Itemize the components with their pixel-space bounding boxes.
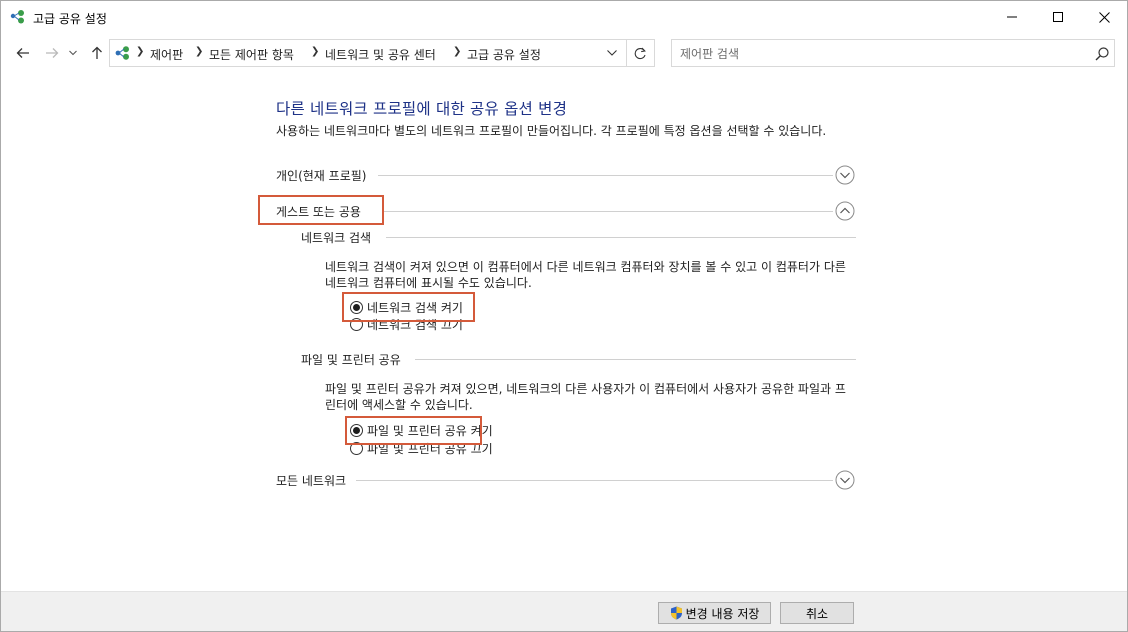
breadcrumb-advanced-sharing[interactable]: 고급 공유 설정	[467, 46, 541, 63]
section-private-profile[interactable]: 개인(현재 프로필)	[276, 165, 856, 187]
up-button[interactable]	[87, 43, 107, 63]
recent-locations-button[interactable]	[66, 43, 80, 63]
section-divider	[356, 480, 833, 481]
maximize-button[interactable]	[1035, 1, 1081, 33]
file-sharing-on-label: 파일 및 프린터 공유 켜기	[367, 423, 493, 438]
subsection-divider	[415, 359, 856, 360]
minimize-icon	[1007, 16, 1017, 18]
advanced-sharing-window: 고급 공유 설정 ❯ 제어판 ❯ 모든 제어판 항목 ❯ 네트워크 및 공유 센…	[0, 0, 1128, 632]
back-arrow-icon	[16, 48, 29, 58]
breadcrumb-separator-icon: ❯	[453, 46, 462, 57]
page-description: 사용하는 네트워크마다 별도의 네트워크 프로필이 만들어집니다. 각 프로필에…	[276, 124, 827, 138]
page-title: 다른 네트워크 프로필에 대한 공유 옵션 변경	[276, 100, 568, 118]
search-icon[interactable]	[1094, 46, 1110, 62]
section-divider	[378, 175, 833, 176]
breadcrumb-all-items[interactable]: 모든 제어판 항목	[209, 46, 294, 63]
file-sharing-description: 파일 및 프린터 공유가 켜져 있으면, 네트워크의 다른 사용자가 이 컴퓨터…	[325, 382, 846, 412]
file-sharing-off-option[interactable]: 파일 및 프린터 공유 끄기	[350, 440, 493, 456]
section-divider	[382, 211, 833, 212]
file-sharing-off-radio[interactable]	[350, 441, 363, 455]
refresh-icon	[634, 47, 646, 59]
save-changes-label: 변경 내용 저장	[685, 606, 760, 621]
minimize-button[interactable]	[989, 1, 1035, 33]
title-bar: 고급 공유 설정	[1, 1, 1127, 33]
save-changes-button[interactable]: 변경 내용 저장	[658, 602, 771, 624]
expand-chevron-icon[interactable]	[835, 470, 855, 490]
close-button[interactable]	[1081, 1, 1127, 33]
network-app-icon	[10, 10, 24, 24]
discovery-off-label: 네트워크 검색 끄기	[367, 317, 463, 332]
navigation-bar: ❯ 제어판 ❯ 모든 제어판 항목 ❯ 네트워크 및 공유 센터 ❯ 고급 공유…	[1, 37, 1127, 69]
cancel-label: 취소	[805, 606, 829, 621]
breadcrumb-separator-icon: ❯	[195, 46, 204, 57]
file-sharing-on-option[interactable]: 파일 및 프린터 공유 켜기	[350, 422, 493, 438]
search-box	[671, 39, 1115, 67]
back-button[interactable]	[13, 43, 33, 63]
maximize-icon	[1053, 12, 1063, 22]
bottom-button-bar: 변경 내용 저장 취소	[1, 591, 1127, 631]
file-sharing-label: 파일 및 프린터 공유	[301, 353, 401, 367]
forward-button[interactable]	[42, 43, 62, 63]
subsection-divider	[386, 237, 856, 238]
breadcrumb-network-center[interactable]: 네트워크 및 공유 센터	[325, 46, 436, 63]
close-icon	[1098, 11, 1110, 23]
breadcrumb-separator-icon: ❯	[136, 46, 145, 57]
discovery-on-option[interactable]: 네트워크 검색 켜기	[350, 299, 463, 315]
discovery-off-option[interactable]: 네트워크 검색 끄기	[350, 316, 463, 332]
uac-shield-icon	[670, 606, 682, 620]
chevron-down-icon	[69, 50, 77, 56]
address-bar[interactable]: ❯ 제어판 ❯ 모든 제어판 항목 ❯ 네트워크 및 공유 센터 ❯ 고급 공유…	[109, 39, 655, 67]
up-arrow-icon	[92, 46, 102, 59]
address-history-dropdown[interactable]	[600, 40, 624, 66]
network-location-icon	[115, 46, 129, 60]
search-input[interactable]	[680, 45, 1080, 62]
expand-chevron-icon[interactable]	[835, 165, 855, 185]
main-content: 다른 네트워크 프로필에 대한 공유 옵션 변경 사용하는 네트워크마다 별도의…	[1, 71, 1127, 589]
chevron-down-icon	[607, 50, 617, 56]
section-label-guest: 게스트 또는 공용	[276, 205, 361, 219]
discovery-on-radio[interactable]	[350, 300, 363, 314]
discovery-on-label: 네트워크 검색 켜기	[367, 300, 463, 315]
forward-arrow-icon	[46, 48, 59, 58]
section-all-networks[interactable]: 모든 네트워크	[276, 470, 856, 492]
discovery-label: 네트워크 검색	[301, 231, 372, 245]
section-label-private: 개인(현재 프로필)	[276, 169, 367, 183]
discovery-off-radio[interactable]	[350, 317, 363, 331]
section-guest-profile[interactable]: 게스트 또는 공용	[276, 201, 856, 223]
discovery-description: 네트워크 검색이 켜져 있으면 이 컴퓨터에서 다른 네트워크 컴퓨터와 장치를…	[325, 260, 846, 290]
refresh-button[interactable]	[626, 40, 654, 66]
collapse-chevron-icon[interactable]	[835, 201, 855, 221]
file-sharing-off-label: 파일 및 프린터 공유 끄기	[367, 441, 493, 456]
breadcrumb-separator-icon: ❯	[311, 46, 320, 57]
breadcrumb-control-panel[interactable]: 제어판	[150, 46, 183, 63]
window-title: 고급 공유 설정	[33, 12, 107, 26]
file-sharing-on-radio[interactable]	[350, 423, 363, 437]
section-label-all: 모든 네트워크	[276, 474, 347, 488]
cancel-button[interactable]: 취소	[780, 602, 854, 624]
